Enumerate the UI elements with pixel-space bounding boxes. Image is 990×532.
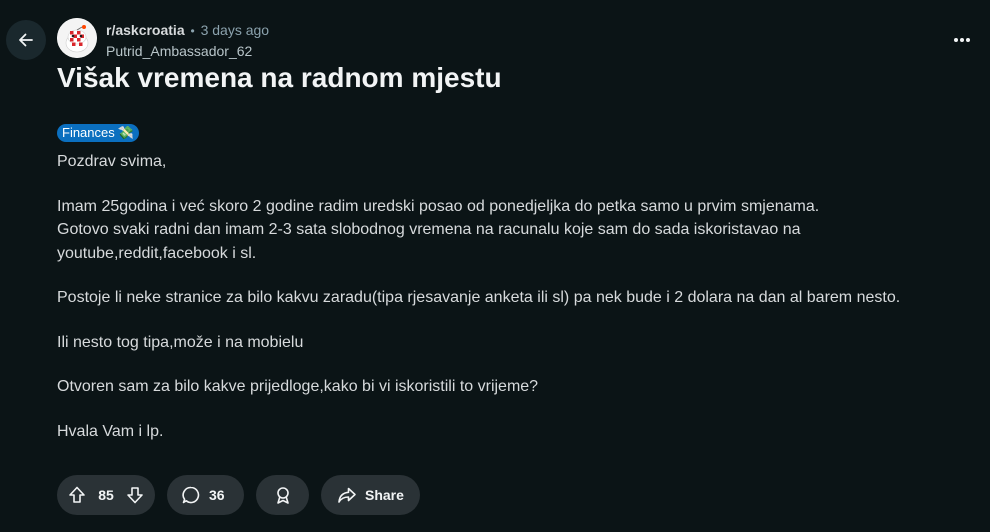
more-options-button[interactable] xyxy=(948,26,976,54)
body-line: youtube,reddit,facebook i sl. xyxy=(57,244,257,262)
award-ribbon-icon xyxy=(276,487,289,504)
body-paragraph: Otvoren sam za bilo kakve prijedloge,kak… xyxy=(57,375,982,399)
post-body: Pozdrav svima, Imam 25godina i već skoro … xyxy=(57,150,982,464)
subreddit-link[interactable]: r/askcroatia xyxy=(106,22,185,38)
body-line: Gotovo svaki radni dan imam 2-3 sata slo… xyxy=(57,221,801,238)
body-line: Postoje li neke stranice za bilo kakvu z… xyxy=(57,289,901,306)
author-link[interactable]: Putrid_Ambassador_62 xyxy=(106,41,269,61)
upvote-button[interactable] xyxy=(63,481,91,509)
body-line: Imam 25godina i već skoro 2 godine radim… xyxy=(57,197,820,215)
body-paragraph: Hvala Vam i lp. xyxy=(57,420,982,444)
post-actions: 85 36 Share xyxy=(57,475,420,515)
post-meta: r/askcroatia • 3 days ago Putrid_Ambassa… xyxy=(106,20,269,61)
meta-separator: • xyxy=(190,24,195,38)
post-page: r/askcroatia • 3 days ago Putrid_Ambassa… xyxy=(0,0,990,532)
share-label: Share xyxy=(365,487,404,503)
post-flair[interactable]: Finances 💸 xyxy=(57,124,139,142)
body-line: Pozdrav svima, xyxy=(57,153,167,170)
money-flying-icon: 💸 xyxy=(117,125,134,140)
body-paragraph: Imam 25godina i već skoro 2 godine radim… xyxy=(57,195,982,266)
comments-button[interactable]: 36 xyxy=(167,475,244,515)
back-button[interactable] xyxy=(6,20,46,60)
post-title: Višak vremena na radnom mjestu xyxy=(57,62,502,93)
post-time: 3 days ago xyxy=(200,22,270,38)
vote-control: 85 xyxy=(57,475,155,515)
body-line: Otvoren sam za bilo kakve prijedloge,kak… xyxy=(57,378,539,395)
body-paragraph: Ili nesto tog tipa,može i na mobielu xyxy=(57,331,982,355)
award-button[interactable] xyxy=(256,475,309,515)
upvote-arrow-icon xyxy=(69,486,85,503)
body-paragraph: Postoje li neke stranice za bilo kakvu z… xyxy=(57,286,982,310)
downvote-button[interactable] xyxy=(121,481,149,509)
arrow-left-icon xyxy=(19,33,33,47)
snoo-checkerboard-icon xyxy=(57,18,97,58)
body-line: Ili nesto tog tipa,može i na mobielu xyxy=(57,333,304,351)
downvote-arrow-icon xyxy=(127,487,143,504)
body-line: Hvala Vam i lp. xyxy=(57,422,164,440)
flair-label: Finances xyxy=(62,125,115,140)
body-paragraph: Pozdrav svima, xyxy=(57,150,982,174)
comment-count: 36 xyxy=(209,487,225,503)
share-arrow-icon xyxy=(338,487,356,503)
vote-score: 85 xyxy=(98,487,114,503)
subreddit-avatar[interactable] xyxy=(57,18,97,58)
comment-bubble-icon xyxy=(182,486,200,504)
more-horizontal-icon xyxy=(954,38,970,42)
share-button[interactable]: Share xyxy=(321,475,420,515)
